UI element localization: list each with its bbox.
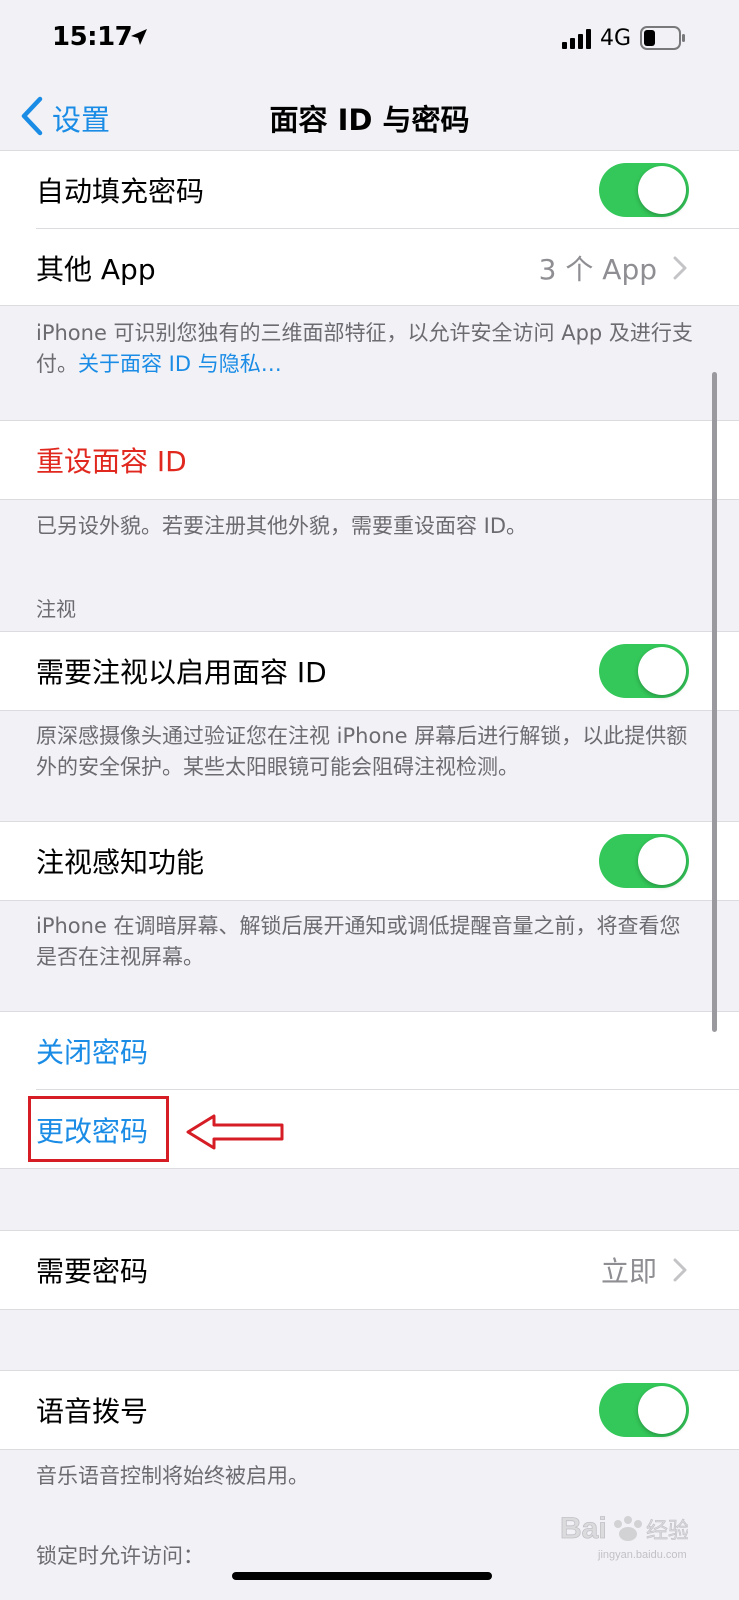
- status-time: 15:17: [52, 22, 133, 52]
- require-passcode-label: 需要密码: [36, 1255, 149, 1288]
- voice-control-note: 音乐语音控制将始终被启用。: [36, 1464, 309, 1488]
- attention-aware-toggle[interactable]: [599, 834, 689, 888]
- annotation-highlight-box: [28, 1096, 169, 1162]
- attention-aware-label: 注视感知功能: [36, 846, 205, 879]
- alternate-appearance-note: 已另设外貌。若要注册其他外貌，需要重设面容 ID。: [36, 514, 528, 538]
- attention-description: 原深感摄像头通过验证您在注视 iPhone 屏幕后进行解锁，以此提供额外的安全保…: [36, 724, 688, 779]
- turn-off-passcode-row[interactable]: 关闭密码: [0, 1012, 739, 1090]
- toggle-knob: [638, 647, 686, 695]
- allow-access-when-locked-header: 锁定时允许访问：: [36, 1544, 204, 1568]
- autofill-passwords-label: 自动填充密码: [36, 175, 205, 208]
- toggle-knob: [638, 166, 686, 214]
- autofill-group: 自动填充密码 其他 App 3 个 App: [0, 150, 739, 306]
- attention-aware-description: iPhone 在调暗屏幕、解锁后展开通知或调低提醒音量之前，将查看您是否在注视屏…: [36, 914, 681, 969]
- voice-dial-group: 语音拨号: [0, 1370, 739, 1450]
- network-type: 4G: [600, 26, 632, 51]
- reset-face-id-button[interactable]: 重设面容 ID: [36, 440, 187, 480]
- home-indicator[interactable]: [232, 1572, 492, 1580]
- chevron-right-icon: [673, 1258, 687, 1282]
- other-apps-label: 其他 App: [36, 253, 156, 286]
- autofill-passwords-row[interactable]: 自动填充密码: [0, 151, 739, 229]
- cellular-signal-icon: [562, 29, 591, 49]
- voice-dial-row[interactable]: 语音拨号: [0, 1371, 739, 1449]
- face-id-description: iPhone 可识别您独有的三维面部特征，以允许安全访问 App 及进行支付。关…: [36, 318, 696, 380]
- voice-dial-toggle[interactable]: [599, 1383, 689, 1437]
- annotation-arrow-icon: [186, 1114, 284, 1150]
- turn-off-passcode-button[interactable]: 关闭密码: [36, 1031, 148, 1071]
- baidu-paw-logo: Bai 经验 jingyan.baidu.com: [560, 1512, 691, 1561]
- attention-section-header: 注视: [36, 597, 76, 621]
- location-arrow-icon: [131, 29, 147, 45]
- row-divider: [36, 1089, 739, 1090]
- svg-text:经验: 经验: [646, 1519, 688, 1544]
- battery-icon: [640, 26, 685, 50]
- toggle-knob: [638, 837, 686, 885]
- require-attention-label: 需要注视以启用面容 ID: [36, 656, 327, 689]
- svg-text:jingyan.baidu.com: jingyan.baidu.com: [597, 1549, 687, 1561]
- page-title: 面容 ID 与密码: [269, 103, 470, 137]
- attention-aware-row[interactable]: 注视感知功能: [0, 822, 739, 900]
- reset-face-id-group: 重设面容 ID: [0, 420, 739, 500]
- other-apps-value: 3 个 App: [538, 253, 657, 286]
- autofill-passwords-toggle[interactable]: [599, 163, 689, 217]
- voice-dial-label: 语音拨号: [36, 1395, 149, 1428]
- attention-aware-group: 注视感知功能: [0, 821, 739, 901]
- require-passcode-value: 立即: [600, 1255, 657, 1288]
- require-attention-toggle[interactable]: [599, 644, 689, 698]
- toggle-knob: [638, 1386, 686, 1434]
- scroll-indicator[interactable]: [712, 372, 717, 1032]
- require-passcode-group: 需要密码 立即: [0, 1230, 739, 1310]
- reset-face-id-row[interactable]: 重设面容 ID: [0, 421, 739, 499]
- svg-text:Bai: Bai: [560, 1512, 607, 1545]
- chevron-right-icon: [673, 256, 687, 280]
- require-attention-row[interactable]: 需要注视以启用面容 ID: [0, 632, 739, 710]
- other-apps-row[interactable]: 其他 App 3 个 App: [0, 229, 739, 307]
- require-passcode-row[interactable]: 需要密码 立即: [0, 1231, 739, 1309]
- baidu-jingyan-watermark: Bai 经验 jingyan.baidu.com: [558, 1500, 691, 1564]
- attention-group: 需要注视以启用面容 ID: [0, 631, 739, 711]
- face-id-privacy-link[interactable]: 关于面容 ID 与隐私…: [78, 352, 282, 376]
